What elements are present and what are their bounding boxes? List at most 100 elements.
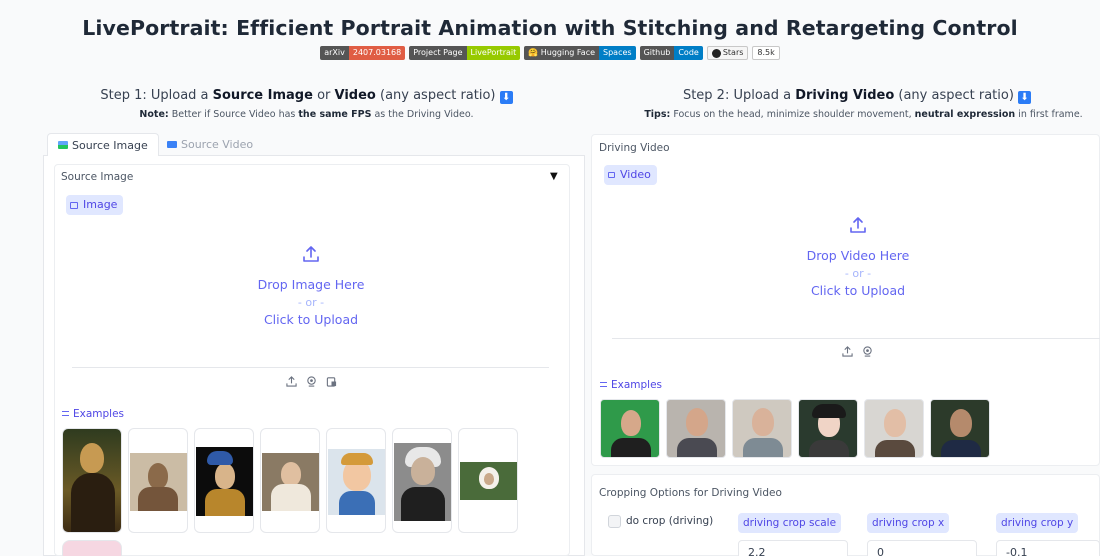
badge-left: Project Page bbox=[409, 46, 467, 60]
step2-prefix: Step 2: Upload a bbox=[682, 88, 796, 103]
turban bbox=[207, 451, 233, 465]
click-to-upload: Click to Upload bbox=[810, 283, 906, 298]
tab-source-image[interactable]: Source Image bbox=[47, 133, 159, 157]
do-crop-checkbox[interactable] bbox=[608, 515, 621, 528]
source-image-label: Source Image bbox=[61, 171, 134, 183]
portrait-face bbox=[621, 410, 641, 436]
example-driving-3[interactable] bbox=[732, 399, 792, 458]
clipboard-icon[interactable] bbox=[326, 376, 337, 387]
drop-text: Drop Image Here bbox=[257, 277, 365, 292]
upload-icon bbox=[303, 246, 319, 262]
divider bbox=[612, 338, 1100, 339]
step1-heading: Step 1: Upload a Source Image or Video (… bbox=[43, 88, 570, 104]
examples-text: Examples bbox=[73, 408, 125, 420]
image-pill: Image bbox=[66, 195, 124, 215]
crop-scale-input[interactable]: 2.2 bbox=[738, 540, 848, 556]
portrait-body bbox=[271, 484, 311, 511]
badge-right: 2407.03168 bbox=[348, 46, 406, 60]
portrait-face bbox=[686, 408, 708, 436]
webcam-icon[interactable] bbox=[306, 376, 317, 387]
tab-source-video[interactable]: Source Video bbox=[157, 133, 263, 157]
click-to-upload: Click to Upload bbox=[263, 312, 359, 327]
portrait-face bbox=[148, 463, 168, 489]
stars-count: 8.5k bbox=[752, 46, 780, 60]
portrait-body bbox=[875, 440, 915, 457]
or-text: - or - bbox=[297, 296, 325, 309]
tips-label: Tips: bbox=[644, 109, 671, 120]
github-icon bbox=[711, 48, 721, 58]
crop-scale-label: driving crop scale bbox=[738, 513, 842, 533]
video-dropzone[interactable]: Drop Video Here - or - Click to Upload bbox=[758, 216, 958, 300]
portrait-body bbox=[611, 438, 651, 457]
example-einstein[interactable] bbox=[392, 428, 452, 533]
tips-bold: neutral expression bbox=[914, 109, 1016, 120]
pill-label: Video bbox=[620, 168, 651, 181]
hair bbox=[341, 453, 373, 465]
source-examples-label: Examples bbox=[62, 408, 124, 420]
tab-label: Source Video bbox=[181, 138, 254, 151]
example-driving-5[interactable] bbox=[864, 399, 924, 458]
tips-end: in first frame. bbox=[1015, 109, 1083, 120]
collapse-triangle-icon[interactable]: ▼ bbox=[550, 171, 558, 182]
example-terracotta-warrior[interactable] bbox=[128, 428, 188, 533]
list-icon bbox=[600, 382, 607, 387]
github-stars-badge[interactable]: Stars bbox=[706, 46, 749, 60]
step2-bold1: Driving Video bbox=[795, 88, 895, 103]
example-mona-lisa[interactable] bbox=[62, 428, 122, 533]
image-icon bbox=[70, 201, 78, 209]
project-page-badge[interactable]: Project Page LivePortrait bbox=[409, 46, 521, 60]
tips-text: Focus on the head, minimize shoulder mov… bbox=[670, 109, 915, 120]
down-arrow-icon: ⬇ bbox=[499, 91, 513, 104]
source-tabs: Source Image Source Video bbox=[43, 133, 585, 157]
github-badge[interactable]: Github Code bbox=[639, 46, 703, 60]
upload-icon[interactable] bbox=[286, 376, 297, 387]
portrait-body bbox=[205, 489, 245, 516]
example-child-portrait[interactable] bbox=[260, 428, 320, 533]
crop-x-input[interactable]: 0 bbox=[867, 540, 977, 556]
step2-suffix: (any aspect ratio) bbox=[894, 88, 1019, 103]
do-crop-label: do crop (driving) bbox=[626, 515, 714, 527]
portrait-face bbox=[281, 462, 301, 486]
note-label: Note: bbox=[139, 109, 169, 120]
step1-prefix: Step 1: Upload a bbox=[100, 88, 213, 103]
badge-left: 🤗 Hugging Face bbox=[524, 46, 600, 60]
image-dropzone[interactable]: Drop Image Here - or - Click to Upload bbox=[211, 245, 411, 329]
divider bbox=[72, 367, 549, 368]
portrait-body bbox=[743, 438, 783, 457]
upload-icon[interactable] bbox=[842, 346, 853, 357]
video-pill: Video bbox=[604, 165, 657, 185]
list-icon bbox=[62, 411, 69, 416]
portrait-body bbox=[677, 438, 717, 457]
example-monkey[interactable] bbox=[458, 428, 518, 533]
badge-right: Code bbox=[674, 46, 703, 60]
step1-note: Note: Better if Source Video has the sam… bbox=[43, 109, 570, 120]
portrait-body bbox=[941, 440, 981, 457]
pill-label: Image bbox=[83, 198, 118, 211]
example-driving-1[interactable] bbox=[600, 399, 660, 458]
portrait-body bbox=[809, 440, 849, 457]
badge-left: arXiv bbox=[320, 46, 349, 60]
stars-label: Stars bbox=[722, 48, 744, 57]
badge-right: LivePortrait bbox=[466, 46, 521, 60]
huggingface-badge[interactable]: 🤗 Hugging Face Spaces bbox=[524, 46, 636, 60]
example-cartoon-boy[interactable] bbox=[326, 428, 386, 533]
crop-y-input[interactable]: -0.1 bbox=[996, 540, 1100, 556]
example-driving-2[interactable] bbox=[666, 399, 726, 458]
step1-suffix: (any aspect ratio) bbox=[375, 88, 500, 103]
example-pink-partial[interactable] bbox=[62, 540, 122, 556]
film-emoji-icon bbox=[167, 141, 177, 148]
arxiv-badge[interactable]: arXiv 2407.03168 bbox=[320, 46, 406, 60]
driving-examples-label: Examples bbox=[600, 379, 662, 391]
driving-video-label: Driving Video bbox=[599, 142, 670, 154]
webcam-icon[interactable] bbox=[862, 346, 873, 357]
monkey-muzzle bbox=[484, 473, 494, 485]
portrait-face bbox=[884, 409, 906, 437]
portrait-body bbox=[401, 487, 445, 521]
example-girl-with-pearl-earring[interactable] bbox=[194, 428, 254, 533]
example-driving-4[interactable] bbox=[798, 399, 858, 458]
portrait-face bbox=[215, 463, 235, 489]
example-driving-6[interactable] bbox=[930, 399, 990, 458]
badge-right: Spaces bbox=[599, 46, 636, 60]
step1-bold2: Video bbox=[334, 88, 376, 103]
portrait-body bbox=[71, 473, 115, 532]
